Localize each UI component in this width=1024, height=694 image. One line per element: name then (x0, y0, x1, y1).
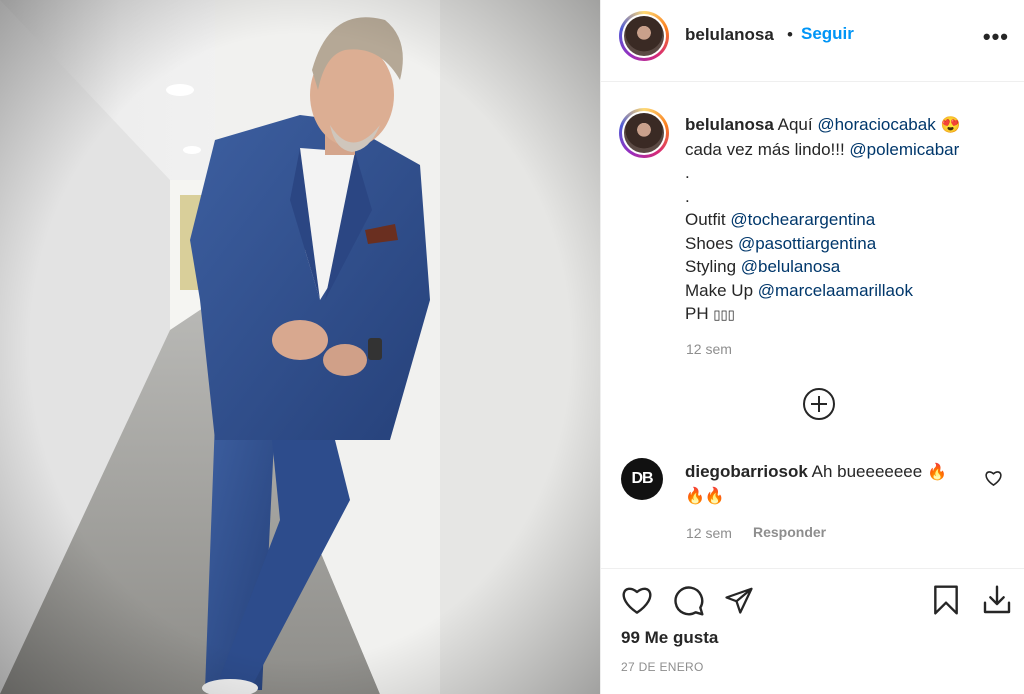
commenter-avatar[interactable]: DB (621, 458, 663, 500)
caption-line: cada vez más lindo!!! @polemicabar (685, 138, 1005, 162)
follow-button[interactable]: Seguir (801, 24, 854, 44)
post-date: 27 DE ENERO (621, 660, 704, 674)
caption-text: cada vez más lindo!!! (685, 139, 850, 159)
caption-line: Shoes @pasottiargentina (685, 232, 1005, 256)
mention-link[interactable]: @tochearargentina (730, 210, 875, 229)
caption-text: Aquí (777, 115, 818, 134)
heart-eyes-emoji: 😍 (940, 117, 961, 134)
caption-text: Shoes (685, 233, 738, 253)
mention-link[interactable]: @pasottiargentina (738, 234, 876, 253)
header-separator: • (787, 25, 793, 44)
mention-link[interactable]: @horaciocabak (817, 115, 935, 134)
likes-count[interactable]: 99 Me gusta (621, 628, 718, 648)
caption-username[interactable]: belulanosa (685, 115, 774, 134)
post-details-panel: belulanosa • Seguir ••• belulanosa Aquí … (600, 0, 1024, 694)
fire-emoji: 🔥🔥 (685, 488, 725, 505)
post-photo[interactable] (0, 0, 600, 694)
fire-emoji: 🔥 (926, 464, 947, 481)
post-caption: belulanosa Aquí @horaciocabak 😍 cada vez… (685, 113, 1005, 327)
bookmark-icon[interactable] (931, 584, 961, 616)
post-header: belulanosa • Seguir ••• (601, 0, 1024, 82)
plus-circle-icon[interactable] (803, 388, 835, 420)
caption-text: PH (685, 304, 714, 323)
mention-link[interactable]: @polemicabar (849, 140, 959, 159)
caption-dot: . (685, 186, 690, 206)
caption-timestamp: 12 sem (686, 341, 732, 357)
camera-glyphs: ▯▯▯ (713, 307, 735, 322)
caption-dot: . (685, 163, 690, 182)
caption-line: belulanosa Aquí @horaciocabak 😍 (685, 113, 1005, 138)
reply-button[interactable]: Responder (753, 524, 826, 540)
share-icon[interactable] (723, 585, 755, 615)
caption-text: Styling (685, 257, 741, 276)
post-photo-illustration (0, 0, 600, 694)
caption-text: Outfit (685, 210, 731, 229)
caption-avatar[interactable] (619, 108, 669, 158)
heart-icon[interactable] (621, 585, 653, 615)
caption-text: Make Up (685, 280, 758, 300)
comment-icon[interactable] (673, 585, 705, 617)
commenter-username[interactable]: diegobarriosok (685, 462, 808, 481)
caption-line: Styling @belulanosa (685, 255, 1005, 279)
caption-line: PH ▯▯▯ (685, 302, 1005, 327)
caption-line: Make Up @marcelaamarillaok (685, 279, 1005, 303)
author-username[interactable]: belulanosa (685, 25, 774, 45)
post-actions: 99 Me gusta 27 DE ENERO (601, 568, 1024, 694)
comment-heart-icon[interactable] (985, 470, 1002, 486)
download-icon[interactable] (981, 584, 1013, 616)
author-avatar[interactable] (619, 11, 669, 61)
more-options-icon[interactable]: ••• (983, 24, 1009, 50)
comment-body: diegobarriosok Ah bueeeeeee 🔥 🔥🔥 (685, 460, 975, 508)
comment-timestamp: 12 sem (686, 525, 732, 541)
comment-text: Ah bueeeeeee (811, 462, 923, 481)
mention-link[interactable]: @marcelaamarillaok (758, 281, 913, 300)
caption-line: Outfit @tochearargentina (685, 208, 1005, 232)
mention-link[interactable]: @belulanosa (741, 257, 841, 276)
